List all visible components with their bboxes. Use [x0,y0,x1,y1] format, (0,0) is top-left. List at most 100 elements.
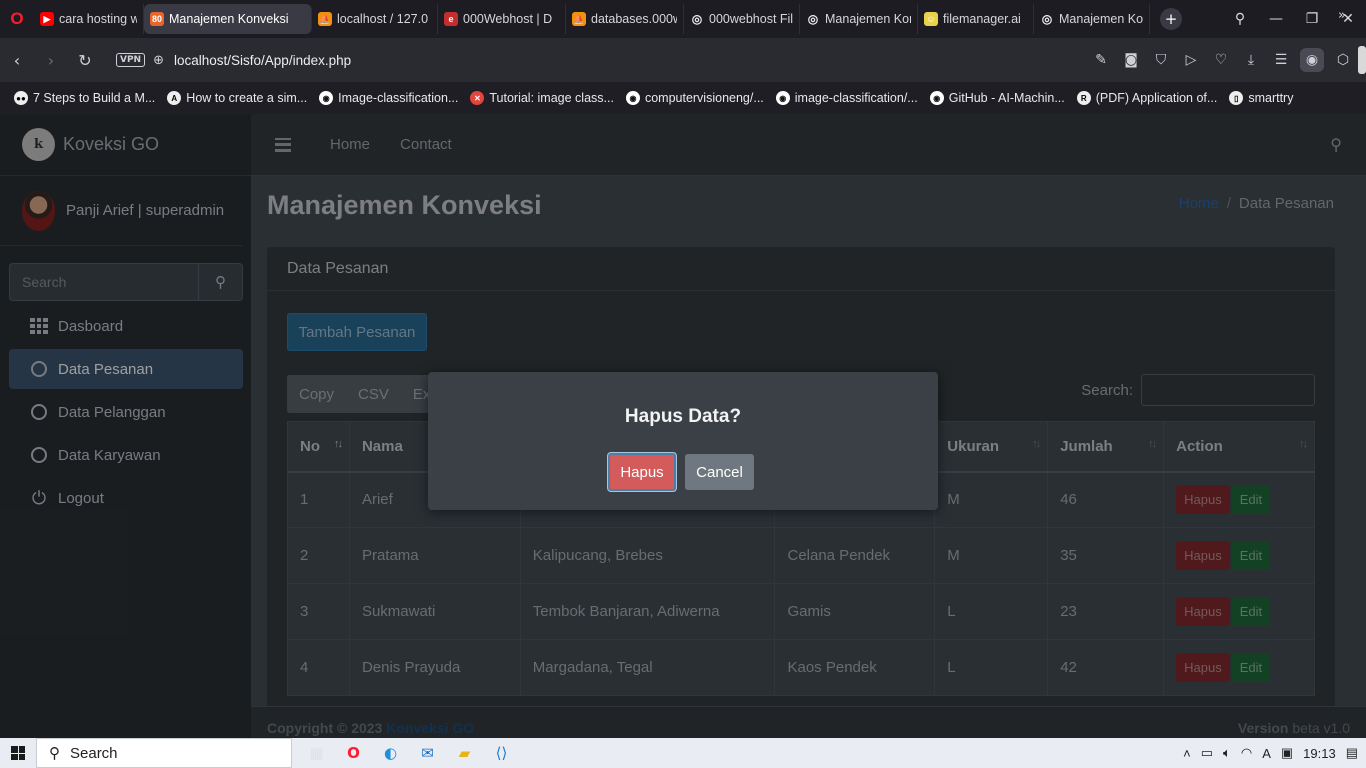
search-tabs-icon[interactable]: ⚲ [1222,11,1258,27]
forward-button[interactable]: › [34,51,68,70]
dialog-title: Hapus Data? [624,406,742,427]
edge-app-icon[interactable]: ◐ [372,744,409,762]
camera-icon[interactable]: ◙ [1116,52,1146,68]
tab-favicon-icon: ☺ [924,12,938,26]
tab-favicon-icon: ⛵ [318,12,332,26]
browser-tab[interactable]: ☺ filemanager.ai [918,4,1034,34]
tab-favicon-icon: ▶ [40,12,54,26]
tab-title: 000Webhost | D [463,12,553,26]
bookmark-item[interactable]: ▯ smarttry [1229,91,1293,105]
tab-title: cara hosting web [59,12,137,26]
taskbar-search-label: Search [70,744,118,762]
reload-button[interactable]: ↻ [68,51,102,70]
url-field[interactable]: localhost/Sisfo/App/index.php [174,53,351,68]
bookmark-item[interactable]: ◉ GitHub - AI-Machin... [929,91,1065,105]
browser-tab[interactable]: ⛵ databases.000w [566,4,684,34]
bookmark-label: Tutorial: image class... [489,91,614,105]
play-icon[interactable]: ▷ [1176,52,1206,68]
notification-icon[interactable]: ▤ [1346,745,1358,761]
bookmark-item[interactable]: ✕ Tutorial: image class... [470,91,614,105]
search-icon: ⚲ [49,745,60,762]
shield-icon[interactable]: ⛉ [1146,52,1176,68]
bookmark-item[interactable]: ●● 7 Steps to Build a M... [14,91,155,105]
vpn-badge[interactable]: VPN [116,53,146,67]
bookmark-item[interactable]: R (PDF) Application of... [1076,91,1218,105]
tab-favicon-icon: e [444,12,458,26]
opera-app-icon[interactable]: O [335,744,372,762]
bookmark-label: image-classification/... [794,91,918,105]
system-tray: ˄ ▭ 🔈︎ ◠ A ▣ 19:13 ▤ [1173,738,1358,768]
ime-icon[interactable]: ▣ [1281,745,1293,761]
bookmark-item[interactable]: ◉ Image-classification... [319,91,458,105]
browser-tab[interactable]: ⛵ localhost / 127.0 [312,4,438,34]
bookmark-favicon-icon: ◉ [319,91,334,105]
file-explorer-icon[interactable]: ▰ [446,744,483,762]
bookmark-favicon-icon: ●● [14,91,28,105]
start-button[interactable] [0,738,36,768]
tab-title: filemanager.ai [943,12,1021,26]
tab-title: Manajemen Kon [825,12,911,26]
heart-icon[interactable]: ♡ [1206,52,1236,68]
bookmark-item[interactable]: A How to create a sim... [167,91,307,105]
tray-chevron-icon[interactable]: ˄ [1183,746,1191,761]
tab-title: databases.000w [591,12,677,26]
mail-app-icon[interactable]: ✉ [409,744,446,762]
browser-tab[interactable]: ◎ 000webhost File [684,4,800,34]
bookmark-favicon-icon: ◉ [775,91,790,105]
language-icon[interactable]: A [1262,746,1271,761]
bookmark-label: (PDF) Application of... [1095,91,1218,105]
cancel-button[interactable]: Cancel [685,454,754,490]
volume-icon[interactable]: 🔈︎ [1223,745,1231,761]
tab-favicon-icon: ⛵ [572,12,586,26]
browser-tab[interactable]: ▶ cara hosting web [34,4,144,34]
bookmark-label: Image-classification... [338,91,459,105]
tab-title: 000webhost File [709,12,793,26]
bookmark-item[interactable]: ◉ computervisioneng/... [625,91,764,105]
new-tab-button[interactable]: + [1160,8,1182,30]
back-button[interactable]: ‹ [0,51,34,70]
browser-tab[interactable]: ◎ Manajemen Kon [800,4,918,34]
bookmark-favicon-icon: ▯ [1229,91,1244,105]
bookmark-favicon-icon: ◉ [625,91,640,105]
browser-tab-bar: O ▶ cara hosting web 80 Manajemen Konveksi ⛵… [0,0,1366,38]
tab-favicon-icon: ◎ [1041,12,1053,26]
address-bar-tools: ✎ ◙ ⛉ ▷ ♡ ⤓ ☰ ◉ ⬡ [1086,38,1358,82]
task-view-icon[interactable]: ▦ [298,744,335,762]
edit-icon[interactable]: ✎ [1086,52,1116,68]
restore-button[interactable]: ❐ [1294,11,1330,27]
browser-scrollbar[interactable] [1358,46,1366,74]
wifi-icon[interactable]: ◠ [1241,745,1252,761]
close-window-button[interactable]: ✕ [1330,11,1366,27]
browser-tab[interactable]: e 000Webhost | D [438,4,566,34]
bookmark-label: computervisioneng/... [644,91,764,105]
delete-confirm-dialog: Hapus Data? Hapus Cancel [428,372,938,510]
menu-icon[interactable]: ☰ [1266,52,1296,68]
browser-tab[interactable]: ◎ Manajemen Kon [1034,4,1150,34]
bookmark-favicon-icon: ✕ [470,91,485,105]
browser-tab[interactable]: 80 Manajemen Konveksi [144,4,312,34]
battery-icon[interactable]: ▭ [1201,745,1213,761]
bookmark-favicon-icon: A [167,91,182,105]
bookmark-item[interactable]: ◉ image-classification/... [775,91,918,105]
confirm-delete-button[interactable]: Hapus [608,453,676,491]
opera-logo-icon[interactable]: O [0,0,34,38]
profile-icon[interactable]: ◉ [1300,48,1324,72]
clock[interactable]: 19:13 [1303,746,1336,761]
tab-title: localhost / 127.0 [337,12,429,26]
bookmark-favicon-icon: ◉ [929,91,944,105]
globe-icon: ⊕ [153,52,164,68]
taskbar-apps: ▦ O ◐ ✉ ▰ ⟨⟩ [298,744,520,762]
bookmarks-more-icon[interactable]: » [1338,8,1346,23]
tab-strip: ▶ cara hosting web 80 Manajemen Konveksi ⛵ lo… [34,0,1150,38]
minimize-button[interactable]: — [1258,11,1294,27]
bookmark-label: How to create a sim... [186,91,308,105]
bookmark-label: 7 Steps to Build a M... [33,91,156,105]
download-icon[interactable]: ⤓ [1236,52,1266,68]
tab-title: Manajemen Konveksi [169,12,289,26]
address-bar: ‹ › ↻ VPN ⊕ localhost/Sisfo/App/index.ph… [0,38,1366,82]
vscode-app-icon[interactable]: ⟨⟩ [483,744,520,762]
tab-favicon-icon: ◎ [691,12,703,26]
tab-favicon-icon: 80 [150,12,164,26]
cube-icon[interactable]: ⬡ [1328,52,1358,68]
taskbar-search[interactable]: ⚲ Search [36,738,292,768]
